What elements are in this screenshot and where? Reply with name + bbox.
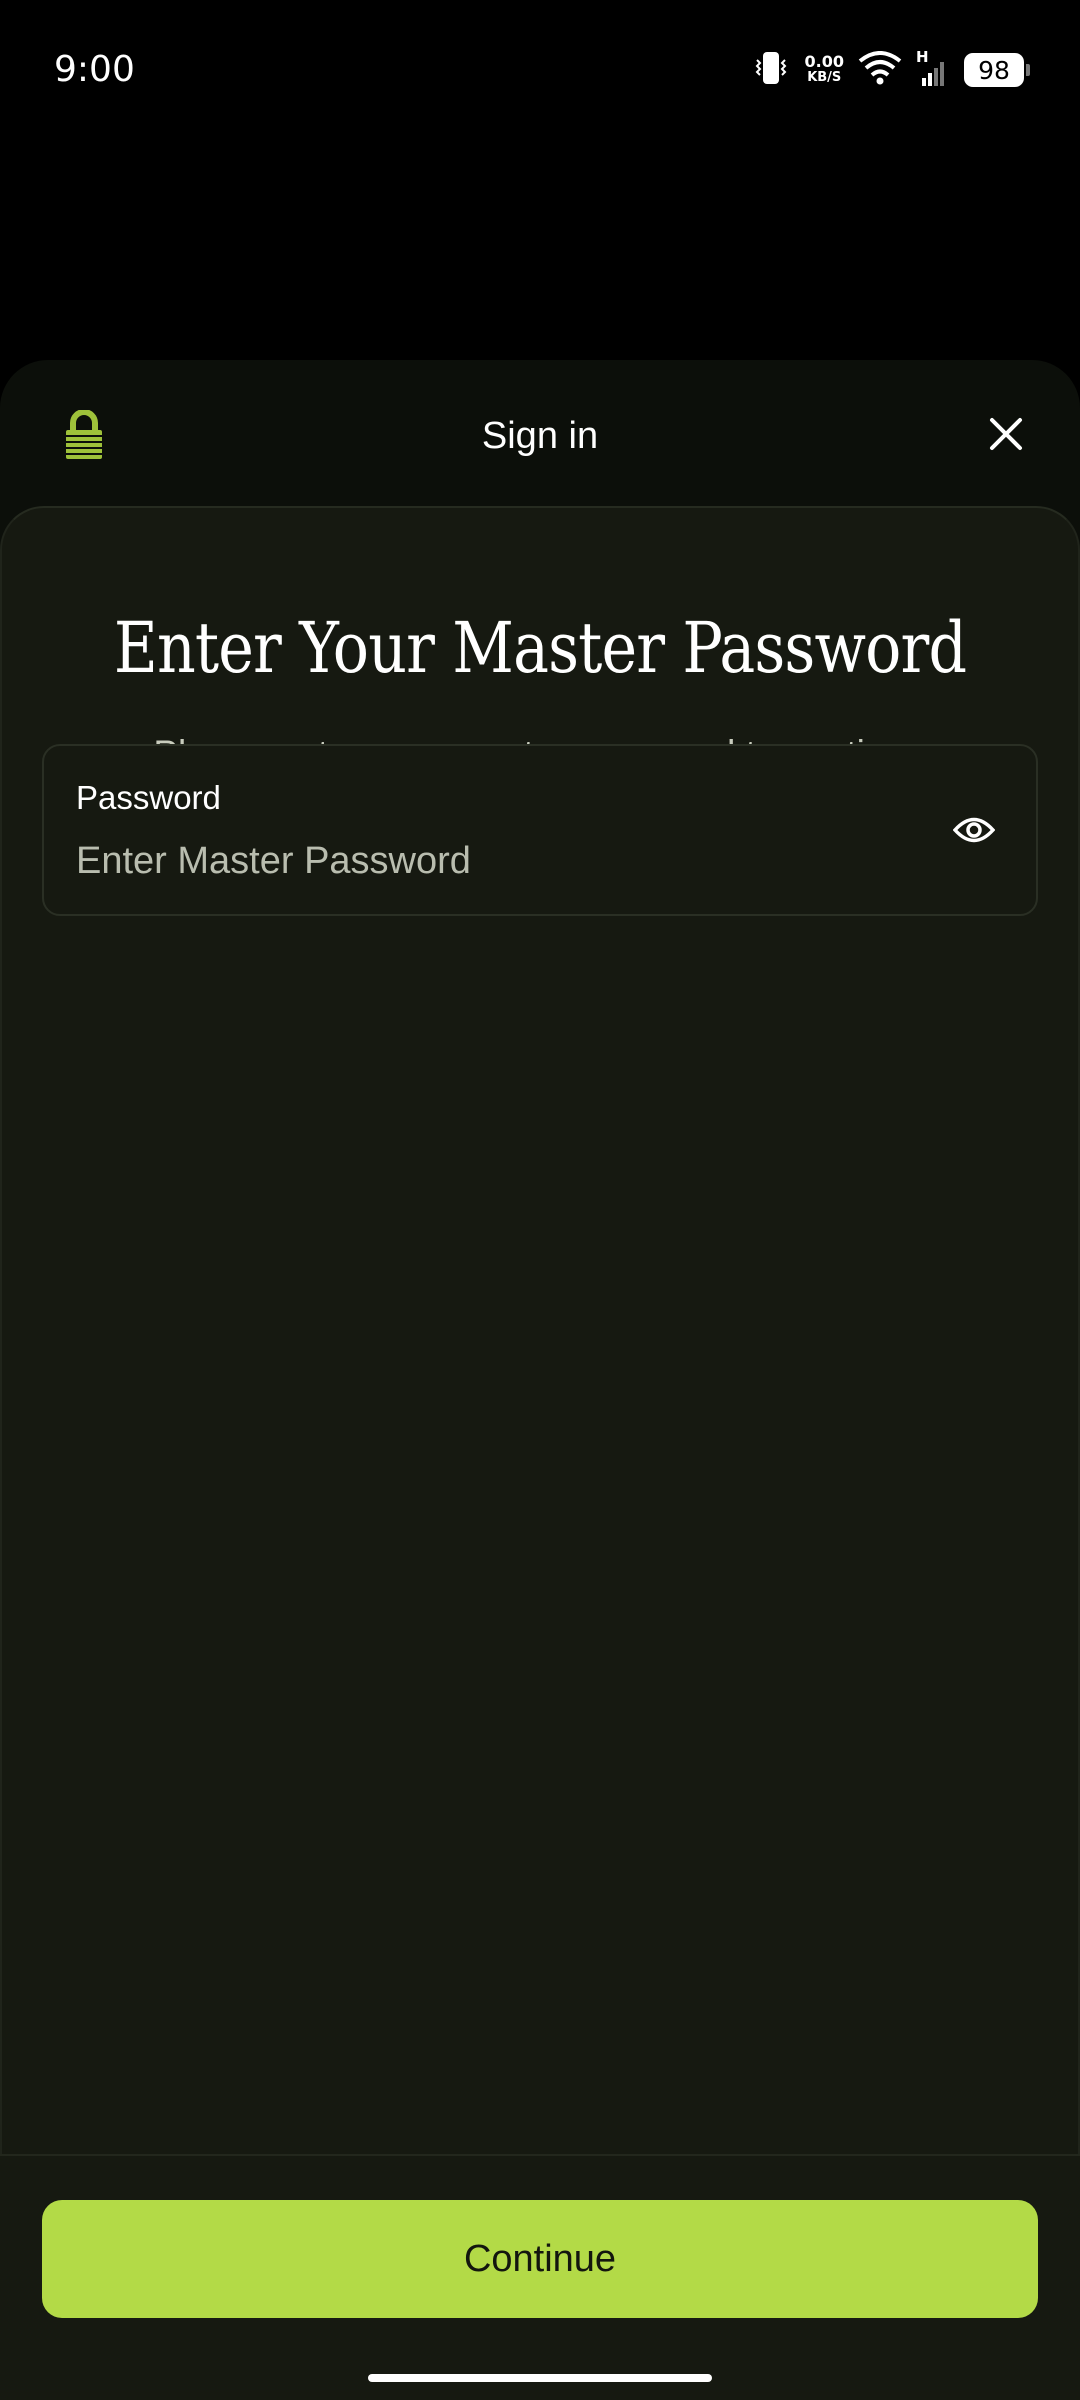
sheet-header: Sign in [0, 360, 1080, 508]
password-field[interactable]: Password [42, 744, 1038, 916]
network-speed: 0.00 KB/S [805, 54, 844, 86]
close-icon [988, 416, 1024, 457]
wifi-icon [858, 50, 902, 90]
network-speed-value: 0.00 [804, 52, 844, 71]
footer: Continue [0, 2154, 1080, 2400]
network-speed-unit: KB/S [807, 70, 842, 85]
battery-indicator: 98 [964, 53, 1030, 87]
eye-icon [952, 815, 996, 850]
status-icons: 0.00 KB/S H 98 [751, 46, 1030, 94]
continue-button[interactable]: Continue [42, 2200, 1038, 2318]
vibrate-icon [751, 50, 791, 91]
password-input[interactable] [76, 834, 936, 888]
status-bar: 9:00 0.00 KB/S H 98 [0, 0, 1080, 140]
password-field-label: Password [76, 779, 221, 816]
cellular-signal-icon: H [916, 48, 950, 88]
close-button[interactable] [974, 404, 1038, 468]
toggle-password-visibility-button[interactable] [950, 808, 998, 856]
page-title: Enter Your Master Password [113, 607, 967, 689]
sign-in-sheet: Sign in Enter Your Master Password Pleas… [0, 360, 1080, 2400]
home-indicator[interactable] [368, 2374, 712, 2382]
sheet-title: Sign in [481, 415, 599, 457]
status-time: 9:00 [54, 49, 135, 90]
